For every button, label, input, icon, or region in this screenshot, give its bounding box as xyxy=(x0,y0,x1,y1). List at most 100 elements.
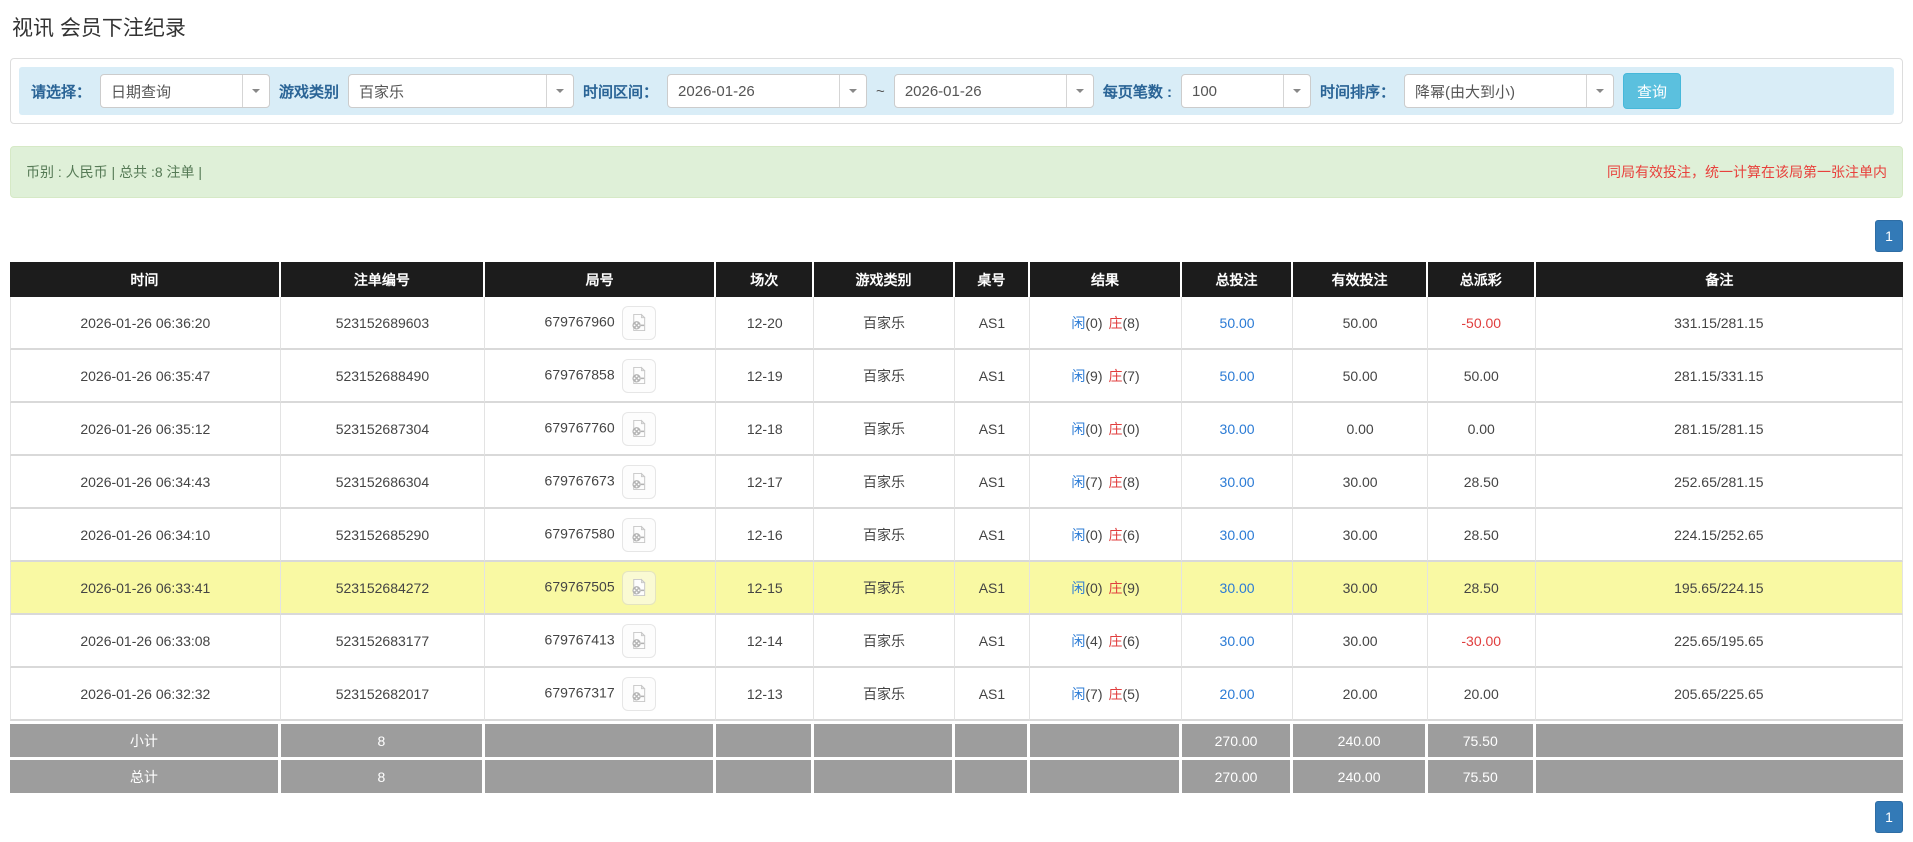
date-from-select[interactable]: 2026-01-26 xyxy=(667,74,868,108)
game-type-select[interactable]: 百家乐 xyxy=(348,74,575,108)
date-from-value: 2026-01-26 xyxy=(678,82,755,100)
page-1-button[interactable]: 1 xyxy=(1875,801,1903,833)
round-no: 679767505 xyxy=(544,578,615,595)
result-cell: 闲(0) 庄(8) xyxy=(1030,297,1182,350)
result-cell: 闲(0) 庄(9) xyxy=(1030,562,1182,615)
total-bet-cell[interactable]: 50.00 xyxy=(1181,297,1294,350)
player-score: (4) xyxy=(1085,632,1103,649)
video-replay-button[interactable] xyxy=(621,358,656,393)
round-no: 679767413 xyxy=(544,631,615,648)
round-no: 679767760 xyxy=(544,419,615,436)
result-cell: 闲(0) 庄(0) xyxy=(1030,403,1182,456)
total-bet-cell[interactable]: 30.00 xyxy=(1181,403,1294,456)
chevron-down-icon xyxy=(1065,75,1093,107)
round-no: 679767673 xyxy=(544,472,615,489)
summary-bar: 币别 : 人民币 | 总共 :8 注单 | 同局有效投注，统一计算在该局第一张注… xyxy=(10,146,1903,198)
round-no-cell: 679767760 xyxy=(485,403,717,456)
table-row: 2026-01-26 06:34:43 523152686304 6797676… xyxy=(10,456,1903,509)
banker-label: 庄 xyxy=(1108,367,1123,384)
col-round-no: 局号 xyxy=(485,262,717,297)
game-type-cell: 百家乐 xyxy=(814,668,955,721)
page-1-button[interactable]: 1 xyxy=(1875,220,1903,252)
film-document-icon xyxy=(632,366,646,385)
query-button[interactable]: 查询 xyxy=(1623,73,1682,109)
payout-cell: 28.50 xyxy=(1427,509,1536,562)
table-row: 2026-01-26 06:34:10 523152685290 6797675… xyxy=(10,509,1903,562)
total-bet-cell[interactable]: 30.00 xyxy=(1181,562,1294,615)
total-bet-cell[interactable]: 30.00 xyxy=(1181,456,1294,509)
subtotal-total-bet: 270.00 xyxy=(1181,721,1294,757)
query-type-select[interactable]: 日期查询 xyxy=(100,74,271,108)
remark-cell: 205.65/225.65 xyxy=(1535,668,1903,721)
time-cell: 2026-01-26 06:36:20 xyxy=(10,297,281,350)
bet-no-cell: 523152684272 xyxy=(280,562,486,615)
remark-cell: 281.15/281.15 xyxy=(1535,403,1903,456)
video-replay-button[interactable] xyxy=(621,676,656,711)
player-label: 闲 xyxy=(1071,685,1086,702)
per-page-select[interactable]: 100 xyxy=(1180,74,1311,108)
film-document-icon xyxy=(632,578,646,597)
total-valid-bet: 240.00 xyxy=(1293,757,1428,793)
filter-panel: 请选择： 日期查询 游戏类别 百家乐 时间区间： 2026-01-26 ~ 20… xyxy=(10,58,1903,124)
total-bet-cell[interactable]: 30.00 xyxy=(1181,509,1294,562)
round-no-cell: 679767960 xyxy=(485,297,717,350)
banker-label: 庄 xyxy=(1108,473,1123,490)
valid-bet-cell: 30.00 xyxy=(1293,456,1428,509)
video-replay-button[interactable] xyxy=(621,623,656,658)
remark-cell: 195.65/224.15 xyxy=(1535,562,1903,615)
query-type-value: 日期查询 xyxy=(111,83,172,101)
film-document-icon xyxy=(632,684,646,703)
round-no-cell: 679767673 xyxy=(485,456,717,509)
bet-no-cell: 523152683177 xyxy=(280,615,486,668)
payout-cell: 28.50 xyxy=(1427,562,1536,615)
film-document-icon xyxy=(632,631,646,650)
session-cell: 12-19 xyxy=(716,350,815,403)
bet-no-cell: 523152682017 xyxy=(280,668,486,721)
session-cell: 12-20 xyxy=(716,297,815,350)
video-replay-button[interactable] xyxy=(621,411,656,446)
round-no-cell: 679767580 xyxy=(485,509,717,562)
table-body: 2026-01-26 06:36:20 523152689603 6797679… xyxy=(10,297,1903,721)
table-no-cell: AS1 xyxy=(954,297,1031,350)
bet-records-table: 时间 注单编号 局号 场次 游戏类别 桌号 结果 总投注 有效投注 总派彩 备注… xyxy=(10,262,1903,793)
player-label: 闲 xyxy=(1071,526,1086,543)
subtotal-valid-bet: 240.00 xyxy=(1293,721,1428,757)
bet-no-cell: 523152687304 xyxy=(280,403,486,456)
banker-score: (9) xyxy=(1122,579,1140,596)
subtotal-row: 小计 8 270.00 240.00 75.50 xyxy=(10,721,1903,757)
banker-label: 庄 xyxy=(1108,420,1123,437)
game-type-cell: 百家乐 xyxy=(814,403,955,456)
filter-bar: 请选择： 日期查询 游戏类别 百家乐 时间区间： 2026-01-26 ~ 20… xyxy=(19,67,1894,115)
valid-bet-cell: 50.00 xyxy=(1293,297,1428,350)
currency-summary: 币别 : 人民币 | 总共 :8 注单 | xyxy=(26,164,203,180)
table-no-cell: AS1 xyxy=(954,403,1031,456)
bet-no-cell: 523152689603 xyxy=(280,297,486,350)
col-total-bet: 总投注 xyxy=(1181,262,1294,297)
video-replay-button[interactable] xyxy=(621,464,656,499)
time-sort-select[interactable]: 降幂(由大到小) xyxy=(1404,74,1614,108)
payout-cell: 20.00 xyxy=(1427,668,1536,721)
total-bet-cell[interactable]: 50.00 xyxy=(1181,350,1294,403)
video-replay-button[interactable] xyxy=(621,570,656,605)
total-bet-cell[interactable]: 30.00 xyxy=(1181,615,1294,668)
table-header: 时间 注单编号 局号 场次 游戏类别 桌号 结果 总投注 有效投注 总派彩 备注 xyxy=(10,262,1903,297)
player-label: 闲 xyxy=(1071,632,1086,649)
col-session: 场次 xyxy=(716,262,815,297)
table-no-cell: AS1 xyxy=(954,615,1031,668)
banker-label: 庄 xyxy=(1108,526,1123,543)
player-label: 闲 xyxy=(1071,420,1086,437)
result-cell: 闲(7) 庄(5) xyxy=(1030,668,1182,721)
table-no-cell: AS1 xyxy=(954,509,1031,562)
total-bet-cell[interactable]: 20.00 xyxy=(1181,668,1294,721)
date-to-select[interactable]: 2026-01-26 xyxy=(893,74,1094,108)
player-label: 闲 xyxy=(1071,314,1086,331)
round-no-cell: 679767317 xyxy=(485,668,717,721)
result-cell: 闲(9) 庄(7) xyxy=(1030,350,1182,403)
valid-bet-cell: 20.00 xyxy=(1293,668,1428,721)
total-count: 8 xyxy=(280,757,486,793)
video-replay-button[interactable] xyxy=(621,517,656,552)
time-cell: 2026-01-26 06:35:47 xyxy=(10,350,281,403)
chevron-down-icon xyxy=(546,75,573,107)
video-replay-button[interactable] xyxy=(621,305,656,340)
time-cell: 2026-01-26 06:34:10 xyxy=(10,509,281,562)
